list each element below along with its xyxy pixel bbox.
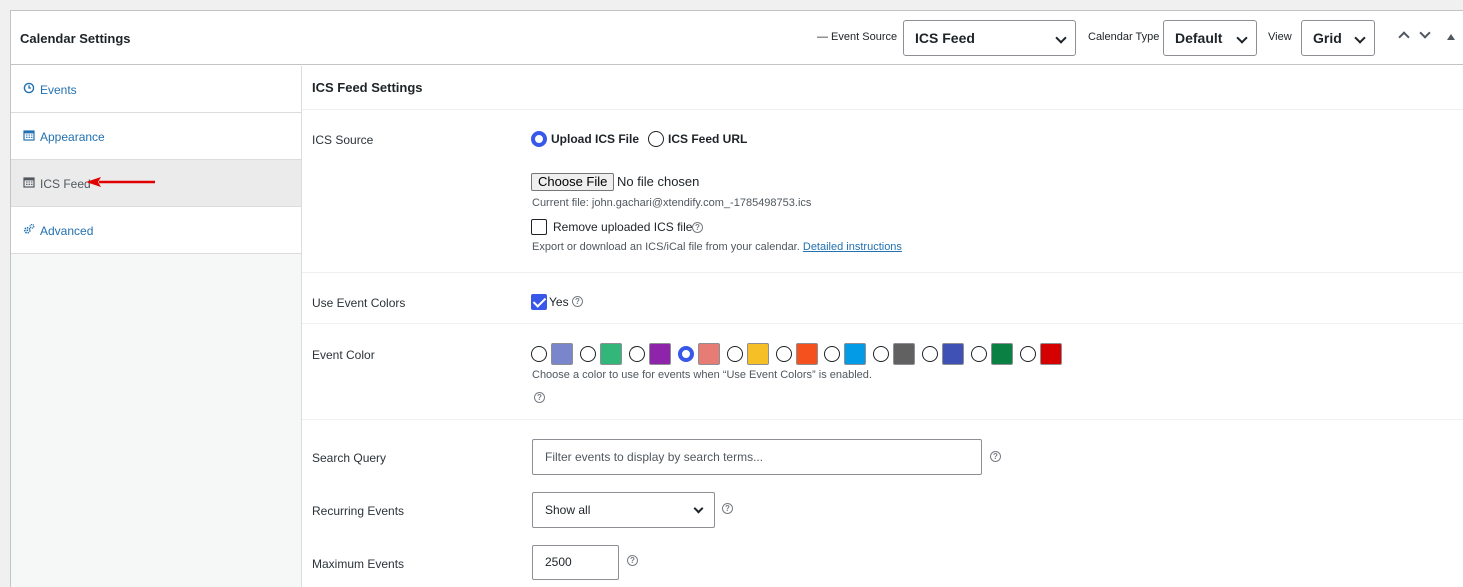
- event-color-radio[interactable]: [580, 346, 596, 362]
- search-query-input[interactable]: Filter events to display by search terms…: [532, 439, 982, 475]
- sidebar-item-advanced[interactable]: Advanced: [11, 207, 301, 254]
- move-up-button[interactable]: [1398, 31, 1410, 43]
- divider: [302, 323, 1463, 324]
- use-event-colors-label: Use Event Colors: [312, 296, 406, 310]
- upload-ics-file-label[interactable]: Upload ICS File: [551, 132, 639, 146]
- event-color-radio[interactable]: [971, 346, 987, 362]
- event-color-swatch[interactable]: [942, 343, 964, 365]
- remove-ics-file-label[interactable]: Remove uploaded ICS file: [553, 220, 692, 234]
- collapse-toggle-button[interactable]: [1447, 34, 1455, 40]
- event-color-swatch[interactable]: [844, 343, 866, 365]
- maximum-events-label: Maximum Events: [312, 557, 405, 571]
- sidebar-item-label: ICS Feed: [40, 177, 91, 191]
- maximum-events-input[interactable]: 2500: [532, 545, 619, 580]
- help-icon[interactable]: ?: [627, 555, 638, 566]
- calendar-icon: [23, 177, 35, 188]
- event-color-swatch[interactable]: [893, 343, 915, 365]
- event-color-radio[interactable]: [1020, 346, 1036, 362]
- detailed-instructions-link[interactable]: Detailed instructions: [803, 241, 902, 253]
- recurring-events-select[interactable]: Show all: [532, 492, 715, 528]
- upload-ics-file-radio[interactable]: [531, 131, 547, 147]
- event-color-swatch[interactable]: [551, 343, 573, 365]
- help-icon[interactable]: ?: [572, 296, 583, 307]
- export-note-text: Export or download an ICS/iCal file from…: [532, 241, 800, 253]
- event-color-label: Event Color: [312, 348, 375, 362]
- calendar-type-label: Calendar Type: [1088, 31, 1160, 43]
- event-color-swatch[interactable]: [649, 343, 671, 365]
- current-file-text: Current file: john.gachari@xtendify.com_…: [532, 197, 812, 209]
- help-icon[interactable]: ?: [692, 222, 703, 233]
- search-query-label: Search Query: [312, 451, 387, 465]
- gears-icon: [23, 223, 35, 234]
- event-color-swatch[interactable]: [991, 343, 1013, 365]
- help-icon[interactable]: ?: [722, 503, 733, 514]
- view-label: View: [1268, 31, 1292, 43]
- sidebar-item-label: Events: [40, 83, 77, 97]
- view-select[interactable]: Grid: [1301, 20, 1375, 56]
- recurring-events-label: Recurring Events: [312, 504, 405, 518]
- panel-header: Calendar Settings — Event Source ICS Fee…: [11, 11, 1463, 65]
- sidebar-item-label: Appearance: [40, 130, 105, 144]
- move-down-button[interactable]: [1419, 27, 1431, 39]
- view-value: Grid: [1313, 30, 1342, 46]
- event-color-swatch[interactable]: [698, 343, 720, 365]
- help-icon[interactable]: ?: [990, 451, 1001, 462]
- event-color-swatch[interactable]: [600, 343, 622, 365]
- event-color-help-text: Choose a color to use for events when “U…: [532, 369, 872, 381]
- section-title: ICS Feed Settings: [312, 80, 423, 95]
- no-file-chosen-text: No file chosen: [617, 174, 700, 189]
- calendar-icon: [23, 130, 35, 141]
- event-color-radio[interactable]: [776, 346, 792, 362]
- ics-feed-settings: ICS Feed Settings ICS Source Upload ICS …: [302, 66, 1463, 587]
- chevron-down-icon: [1055, 32, 1067, 44]
- use-event-colors-yes-label[interactable]: Yes: [549, 295, 569, 309]
- red-arrow-annotation-icon: [86, 177, 155, 187]
- chevron-down-icon: [693, 503, 704, 514]
- ics-feed-url-radio[interactable]: [648, 131, 664, 147]
- divider: [302, 419, 1463, 420]
- event-source-label: — Event Source: [817, 31, 898, 43]
- export-note: Export or download an ICS/iCal file from…: [532, 241, 902, 253]
- use-event-colors-checkbox[interactable]: [531, 294, 547, 310]
- help-icon[interactable]: ?: [534, 392, 545, 403]
- remove-ics-file-checkbox[interactable]: [531, 219, 547, 235]
- event-color-swatch[interactable]: [796, 343, 818, 365]
- event-source-value: ICS Feed: [915, 30, 975, 46]
- sidebar-item-events[interactable]: Events: [11, 66, 301, 113]
- clock-icon: [23, 82, 35, 94]
- event-source-select[interactable]: ICS Feed: [903, 20, 1076, 56]
- chevron-down-icon: [1354, 32, 1366, 44]
- event-color-radio[interactable]: [727, 346, 743, 362]
- ics-feed-url-label[interactable]: ICS Feed URL: [668, 132, 747, 146]
- sidebar-item-appearance[interactable]: Appearance: [11, 113, 301, 160]
- event-color-radio[interactable]: [824, 346, 840, 362]
- divider: [302, 109, 1463, 110]
- divider: [302, 272, 1463, 273]
- choose-file-button[interactable]: Choose File: [531, 173, 615, 191]
- calendar-type-select[interactable]: Default: [1163, 20, 1257, 56]
- event-color-swatch[interactable]: [747, 343, 769, 365]
- event-color-swatch[interactable]: [1040, 343, 1062, 365]
- recurring-events-value: Show all: [545, 503, 591, 517]
- sidebar-item-ics-feed[interactable]: ICS Feed: [11, 160, 301, 207]
- sidebar-item-label: Advanced: [40, 224, 94, 238]
- panel-title: Calendar Settings: [20, 31, 131, 46]
- settings-sidebar: Events Appearance ICS Feed Advanced: [11, 66, 302, 587]
- event-color-radio[interactable]: [873, 346, 889, 362]
- chevron-down-icon: [1236, 32, 1248, 44]
- ics-source-label: ICS Source: [312, 133, 374, 147]
- event-color-radio[interactable]: [629, 346, 645, 362]
- event-color-radio[interactable]: [922, 346, 938, 362]
- event-color-radio[interactable]: [678, 346, 694, 362]
- calendar-settings-panel: Calendar Settings — Event Source ICS Fee…: [10, 10, 1463, 587]
- event-color-radio[interactable]: [531, 346, 547, 362]
- calendar-type-value: Default: [1175, 30, 1223, 46]
